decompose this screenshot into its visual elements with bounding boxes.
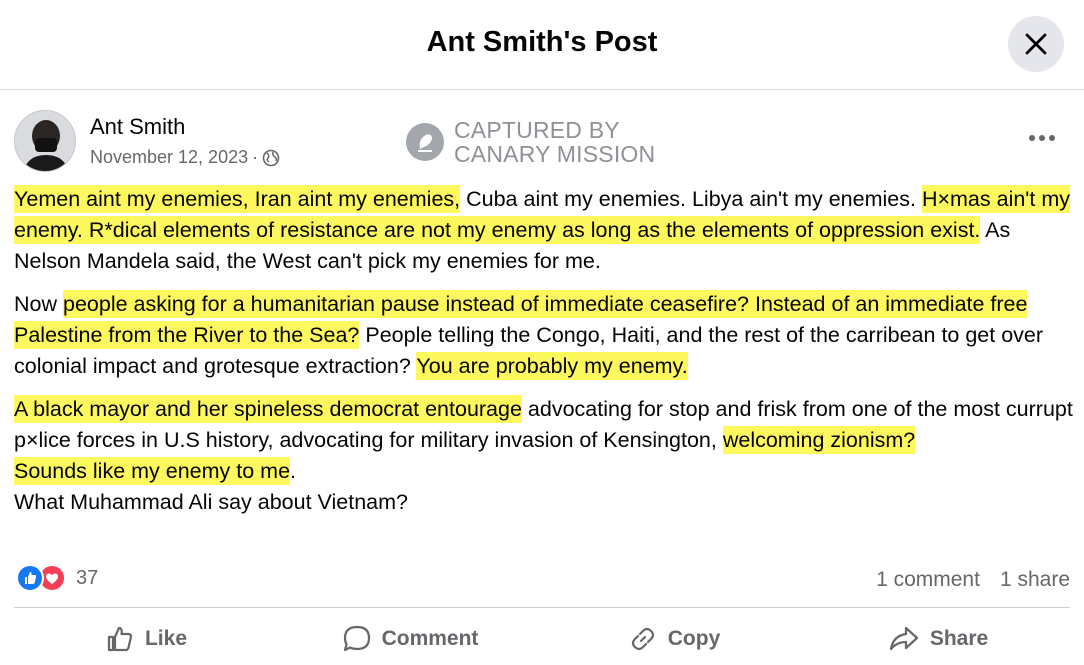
dialog-title: Ant Smith's Post [426, 26, 658, 58]
highlighted-text: welcoming zionism? [722, 426, 916, 454]
highlighted-text: Yemen aint my enemies, Iran aint my enem… [14, 185, 461, 213]
engagement-stats: 1 comment 1 share [876, 568, 1070, 592]
share-button[interactable]: Share [806, 612, 1070, 665]
post-paragraph: Now people asking for a humanitarian pau… [14, 289, 1074, 382]
watermark-line-1: CAPTURED BY [454, 117, 620, 143]
highlighted-text: A black mayor and her spineless democrat… [14, 395, 522, 423]
link-icon [631, 627, 654, 650]
post-text: Cuba aint my enemies. Libya ain't my ene… [460, 187, 922, 211]
thumbs-up-icon [107, 626, 133, 651]
post-text: . [290, 459, 297, 483]
reactions-summary[interactable]: 37 [16, 564, 98, 592]
highlighted-text: Sounds like my enemy to me [14, 457, 291, 485]
more-options-icon [1029, 135, 1055, 141]
reaction-count: 37 [76, 566, 99, 589]
share-arrow-icon [889, 626, 918, 650]
comment-count-link[interactable]: 1 comment [876, 568, 980, 592]
share-label: Share [929, 626, 989, 650]
post-meta: November 12, 2023 · [90, 147, 280, 168]
post-text: Now [14, 292, 63, 316]
highlighted-text: You are probably my enemy. [416, 352, 688, 380]
post-date[interactable]: November 12, 2023 [90, 147, 248, 168]
author-name[interactable]: Ant Smith [90, 114, 185, 140]
watermark-line-2: CANARY MISSION [454, 141, 656, 167]
avatar-image [15, 111, 75, 171]
comment-bubble-icon [343, 625, 370, 651]
like-label: Like [144, 626, 188, 650]
copy-label: Copy [667, 626, 721, 650]
close-button[interactable] [1008, 16, 1064, 72]
watermark: CAPTURED BY CANARY MISSION [406, 118, 655, 166]
canary-logo-icon [406, 123, 444, 161]
action-bar: Like Comment Copy Share [14, 612, 1070, 665]
avatar[interactable] [14, 110, 76, 172]
close-icon [1025, 33, 1047, 55]
comment-label: Comment [381, 626, 479, 650]
comment-button[interactable]: Comment [278, 612, 542, 665]
meta-separator: · [252, 147, 259, 167]
post-paragraph: A black mayor and her spineless democrat… [14, 394, 1074, 518]
post-paragraph: Yemen aint my enemies, Iran aint my enem… [14, 184, 1074, 277]
like-button[interactable]: Like [14, 612, 278, 665]
copy-link-button[interactable]: Copy [542, 612, 806, 665]
more-options-button[interactable] [1022, 120, 1062, 156]
post-text: What Muhammad Ali say about Vietnam? [14, 490, 408, 514]
dialog-header: Ant Smith's Post [0, 0, 1084, 90]
thumbs-up-reaction-icon [16, 564, 44, 592]
post-body: Yemen aint my enemies, Iran aint my enem… [14, 184, 1074, 530]
globe-icon [262, 149, 280, 166]
divider [14, 607, 1070, 608]
share-count-link[interactable]: 1 share [1000, 568, 1070, 592]
